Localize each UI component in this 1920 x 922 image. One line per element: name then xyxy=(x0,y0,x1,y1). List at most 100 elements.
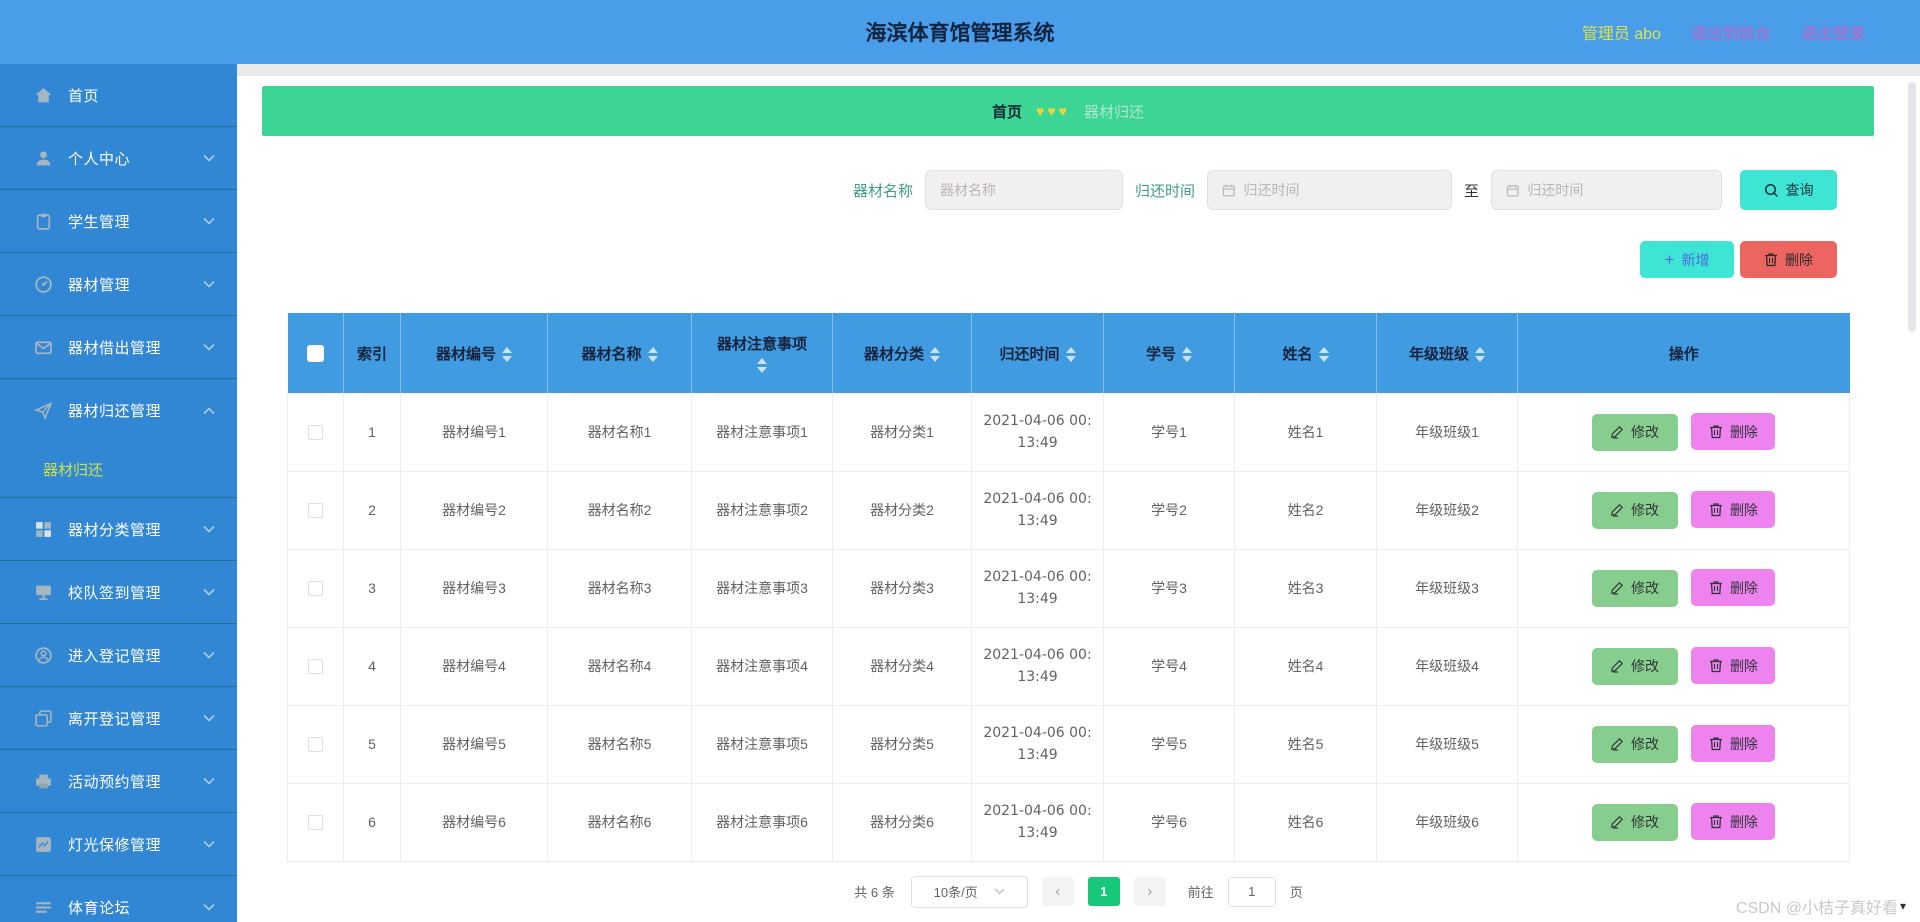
grid-icon xyxy=(34,520,53,539)
row-checkbox[interactable] xyxy=(308,737,323,753)
sort-carets-icon[interactable] xyxy=(1065,347,1076,363)
breadcrumb-banner: 首页 ♥♥♥ 器材归还 xyxy=(262,86,1874,136)
prev-page-button[interactable]: ‹ xyxy=(1041,877,1074,906)
select-all-checkbox[interactable] xyxy=(306,344,324,362)
edit-button[interactable]: 修改 xyxy=(1591,569,1678,607)
cell-note: 器材注意事项1 xyxy=(691,393,833,472)
header-return-time[interactable]: 归还时间 xyxy=(971,313,1104,393)
sort-carets-icon[interactable] xyxy=(502,347,512,363)
header-student-name[interactable]: 姓名 xyxy=(1234,313,1377,393)
sidebar-item-home[interactable]: 首页 xyxy=(0,64,237,127)
header-equipment-code[interactable]: 器材编号 xyxy=(400,313,548,393)
exit-to-front-link[interactable]: 退出到前台 xyxy=(1691,20,1771,44)
sidebar-item-team-checkin-mgmt[interactable]: 校队签到管理 xyxy=(0,561,237,624)
sidebar-subitem-equipment-return[interactable]: 器材归还 xyxy=(0,442,237,498)
cell-actions: 修改 删除 xyxy=(1517,471,1850,550)
row-checkbox[interactable] xyxy=(308,581,323,597)
table-row: 4 器材编号4 器材名称4 器材注意事项4 器材分类4 2021-04-06 0… xyxy=(287,627,1850,706)
cell-student-id: 学号3 xyxy=(1103,549,1235,628)
admin-user-link[interactable]: 管理员 abo xyxy=(1582,20,1661,44)
sidebar-item-light-repair-mgmt[interactable]: 灯光保修管理 xyxy=(0,813,237,876)
table-row: 6 器材编号6 器材名称6 器材注意事项6 器材分类6 2021-04-06 0… xyxy=(287,783,1850,862)
sidebar-item-equipment-mgmt[interactable]: 器材管理 xyxy=(0,253,237,316)
sidebar-item-equipment-lend-mgmt[interactable]: 器材借出管理 xyxy=(0,316,237,379)
mail-icon xyxy=(34,338,53,357)
row-select-cell xyxy=(287,549,344,628)
sort-carets-icon[interactable] xyxy=(647,347,658,363)
sidebar-item-equipment-category-mgmt[interactable]: 器材分类管理 xyxy=(0,498,237,561)
header-label: 器材名称 xyxy=(581,345,642,363)
printer-icon xyxy=(34,772,53,791)
sidebar-item-sports-forum[interactable]: 体育论坛 xyxy=(0,876,237,922)
sidebar-item-leave-register-mgmt[interactable]: 离开登记管理 xyxy=(0,687,237,750)
sort-carets-icon[interactable] xyxy=(1182,347,1192,363)
page-size-select[interactable]: 10条/页 xyxy=(910,875,1028,908)
header-equipment-note[interactable]: 器材注意事项 xyxy=(691,313,833,393)
chevron-up-icon xyxy=(203,402,215,420)
sort-carets-icon[interactable] xyxy=(1475,347,1485,363)
sidebar-item-entry-register-mgmt[interactable]: 进入登记管理 xyxy=(0,624,237,687)
edit-button[interactable]: 修改 xyxy=(1591,413,1678,451)
row-select-cell xyxy=(287,705,344,784)
return-time-end-wrap xyxy=(1491,170,1722,210)
sort-carets-icon[interactable] xyxy=(1318,347,1329,363)
row-checkbox[interactable] xyxy=(308,425,323,441)
header-grade-class[interactable]: 年级班级 xyxy=(1376,313,1518,393)
row-delete-button[interactable]: 删除 xyxy=(1691,413,1776,450)
equipment-name-label: 器材名称 xyxy=(852,182,913,200)
row-checkbox[interactable] xyxy=(308,815,323,831)
sidebar-item-personal-center[interactable]: 个人中心 xyxy=(0,127,237,190)
edit-button[interactable]: 修改 xyxy=(1591,491,1678,529)
header-student-id[interactable]: 学号 xyxy=(1103,313,1235,393)
row-select-cell xyxy=(287,393,344,472)
equipment-name-input[interactable] xyxy=(939,182,1108,198)
trash-icon xyxy=(1709,737,1722,751)
sort-carets-icon[interactable] xyxy=(757,358,767,373)
row-delete-button[interactable]: 删除 xyxy=(1691,647,1776,685)
row-checkbox[interactable] xyxy=(308,659,323,675)
delete-button[interactable]: 删除 xyxy=(1740,241,1837,278)
cell-student-id: 学号4 xyxy=(1103,627,1235,706)
sidebar-item-activity-booking-mgmt[interactable]: 活动预约管理 xyxy=(0,750,237,813)
sidebar-item-label: 器材分类管理 xyxy=(68,521,162,539)
cell-category: 器材分类5 xyxy=(832,705,972,784)
header-label: 学号 xyxy=(1145,345,1176,363)
pencil-icon xyxy=(1611,582,1624,595)
row-delete-button[interactable]: 删除 xyxy=(1691,725,1776,763)
sidebar-item-label: 活动预约管理 xyxy=(68,773,162,791)
sidebar-item-student-mgmt[interactable]: 学生管理 xyxy=(0,190,237,253)
cell-name: 器材名称6 xyxy=(547,783,692,862)
row-delete-button[interactable]: 删除 xyxy=(1691,569,1776,607)
chevron-down-icon xyxy=(203,646,215,664)
return-time-end-input[interactable] xyxy=(1527,182,1707,198)
top-header-bar: 海滨体育馆管理系统 管理员 abo 退出到前台 退出登录 xyxy=(0,0,1920,64)
sort-carets-icon[interactable] xyxy=(930,347,940,363)
row-delete-button[interactable]: 删除 xyxy=(1691,491,1776,529)
edit-button[interactable]: 修改 xyxy=(1591,803,1678,841)
toolbar-row: + 新增 删除 xyxy=(237,241,1837,278)
logout-link[interactable]: 退出登录 xyxy=(1801,20,1865,44)
cell-name: 器材名称2 xyxy=(547,471,692,550)
edit-button[interactable]: 修改 xyxy=(1591,725,1678,763)
search-button[interactable]: 查询 xyxy=(1740,170,1837,210)
sidebar-item-equipment-return-mgmt[interactable]: 器材归还管理 xyxy=(0,379,237,442)
goto-page-input[interactable] xyxy=(1227,876,1276,907)
scrollbar-thumb[interactable] xyxy=(1908,82,1916,332)
sidebar-item-label: 器材借出管理 xyxy=(68,339,162,357)
breadcrumb-home-link[interactable]: 首页 xyxy=(992,101,1022,122)
row-checkbox[interactable] xyxy=(308,503,323,519)
header-label: 器材注意事项 xyxy=(716,336,807,353)
cell-student-name: 姓名5 xyxy=(1234,705,1377,784)
edit-button-label: 修改 xyxy=(1631,658,1660,675)
return-time-start-input[interactable] xyxy=(1243,182,1437,198)
header-equipment-name[interactable]: 器材名称 xyxy=(547,313,692,393)
row-delete-button[interactable]: 删除 xyxy=(1691,803,1776,841)
header-equipment-category[interactable]: 器材分类 xyxy=(832,313,972,393)
chevron-down-icon xyxy=(203,275,215,293)
cell-code: 器材编号4 xyxy=(400,627,548,706)
add-button[interactable]: + 新增 xyxy=(1640,241,1734,278)
next-page-button[interactable]: › xyxy=(1133,877,1166,906)
cell-category: 器材分类1 xyxy=(832,393,972,472)
current-page-button[interactable]: 1 xyxy=(1087,877,1120,906)
edit-button[interactable]: 修改 xyxy=(1591,647,1678,685)
